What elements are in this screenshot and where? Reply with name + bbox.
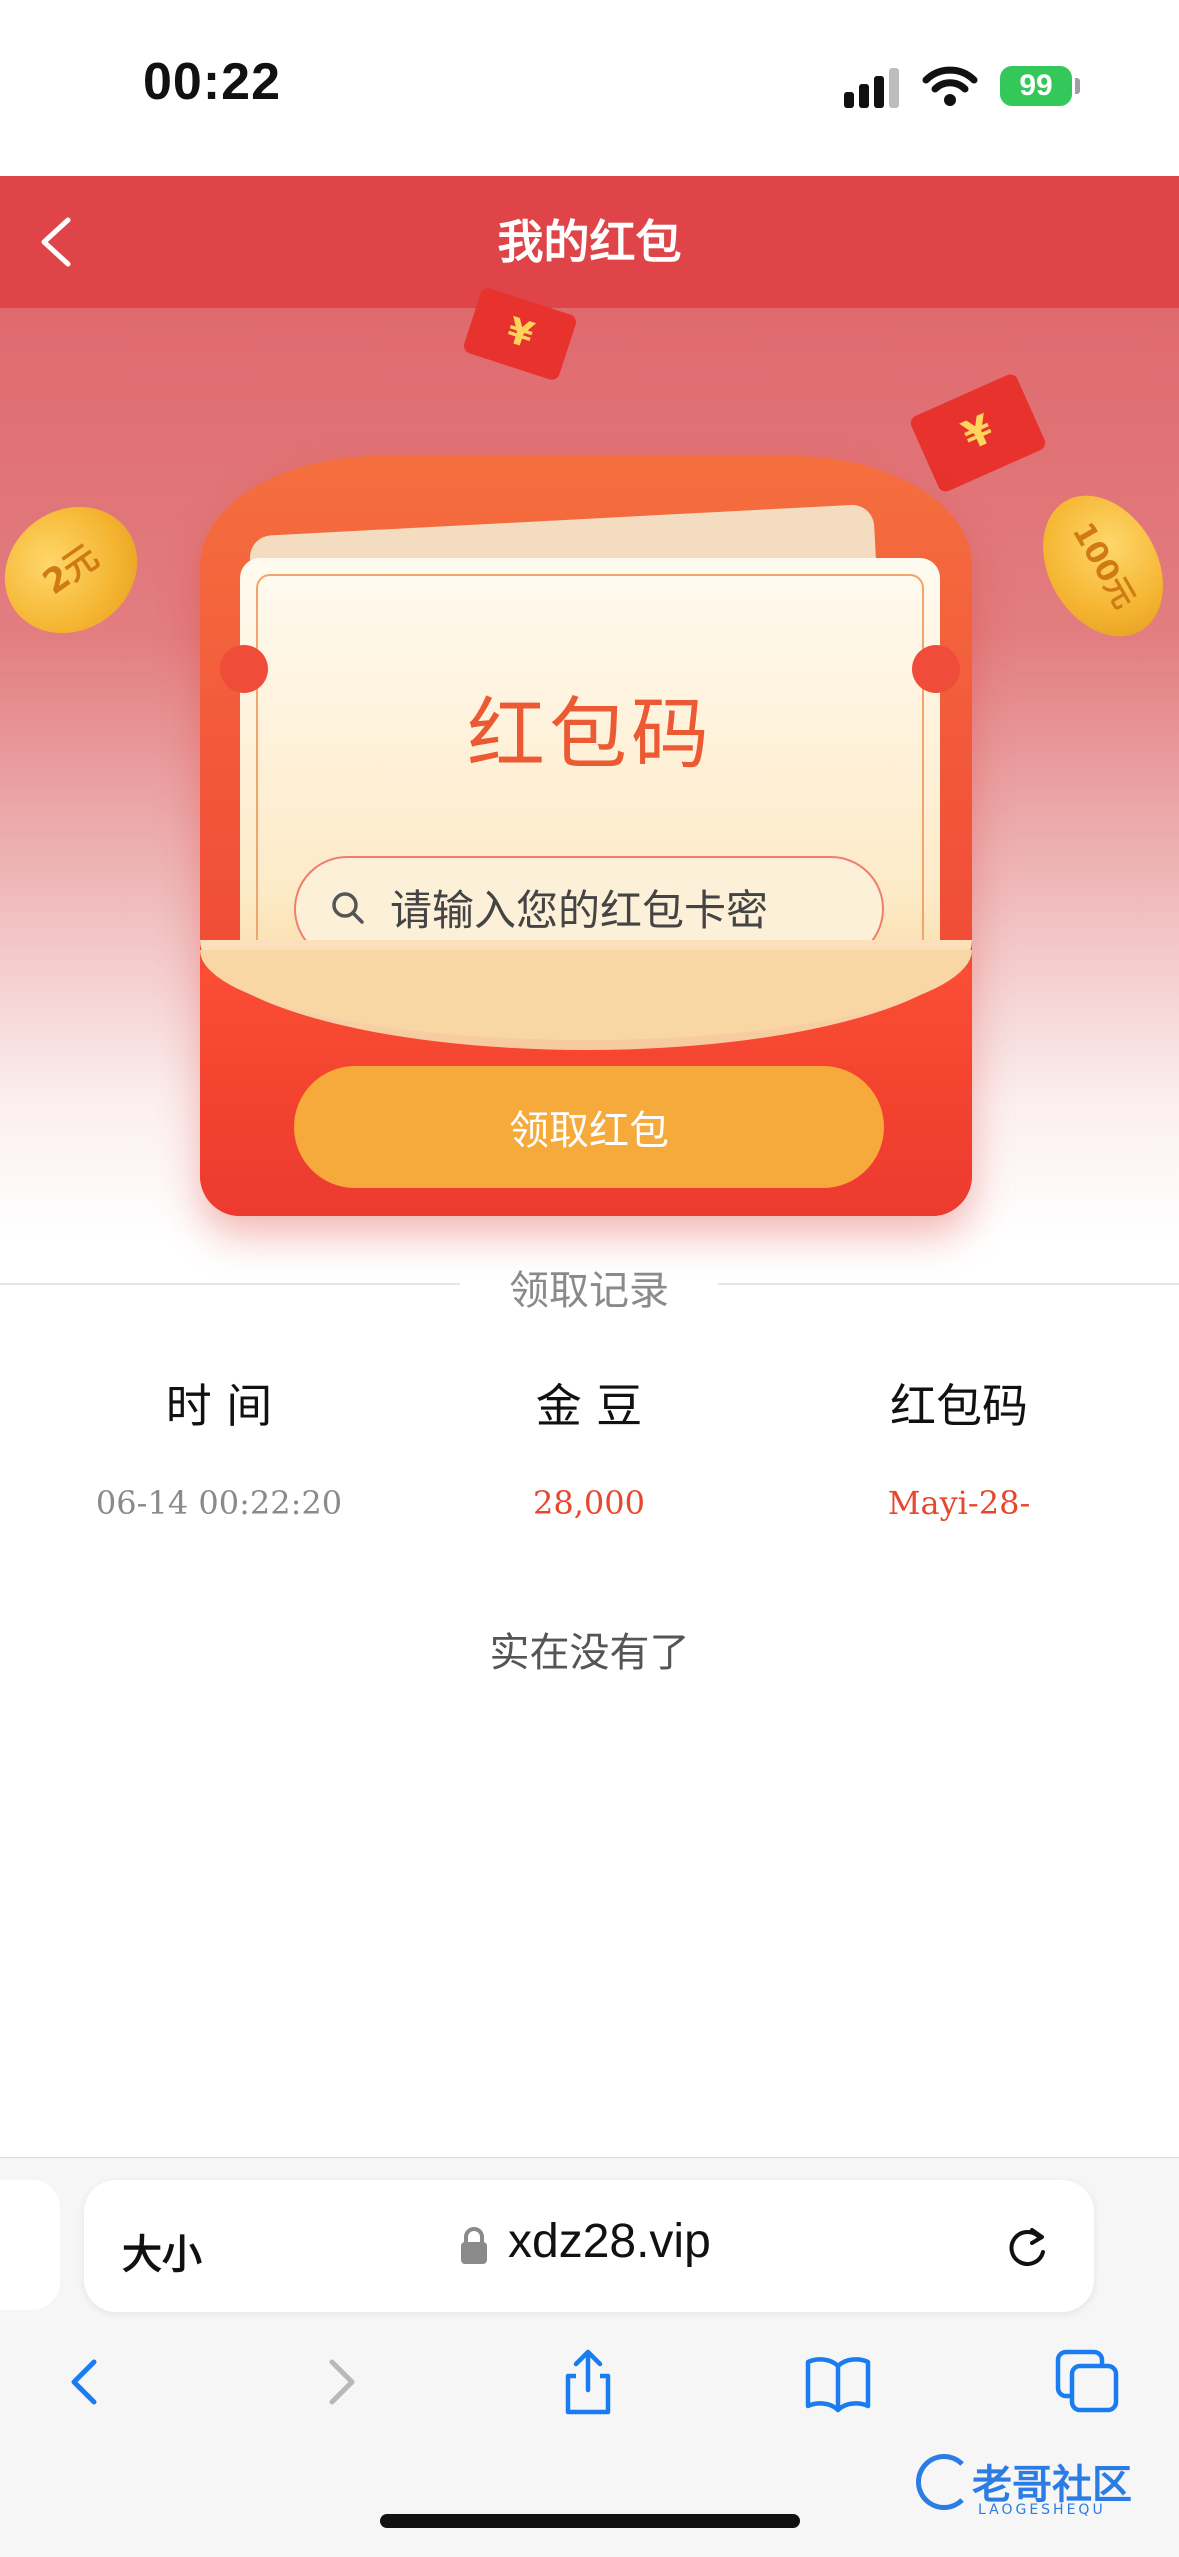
claim-red-packet-button[interactable]: 领取红包 [294, 1066, 884, 1188]
column-header-time: 时 间 [165, 1379, 273, 1433]
home-indicator [380, 2514, 800, 2528]
search-icon [332, 892, 364, 924]
lock-icon [461, 2227, 487, 2264]
url-text[interactable]: xdz28.vip [508, 2214, 711, 2269]
column-header-code: 红包码 [890, 1379, 1028, 1433]
text-size-button[interactable]: 大小 [122, 2222, 202, 2280]
back-button[interactable] [20, 200, 100, 284]
record-beans: 28,000 [533, 1484, 645, 1522]
forward-arrow-icon[interactable] [304, 2346, 376, 2418]
share-icon[interactable] [552, 2346, 624, 2418]
record-code: Mayi-28- [887, 1484, 1031, 1522]
card-title: 红包码 [466, 690, 713, 780]
previous-tab-preview[interactable] [0, 2180, 60, 2310]
coin-label: 100元 [1065, 516, 1142, 615]
coin-label: 2元 [35, 537, 107, 603]
watermark-subtext: LAOGESHEQU [978, 2502, 1106, 2518]
tabs-icon[interactable] [1052, 2346, 1124, 2418]
wifi-icon [922, 66, 978, 106]
column-header-beans: 金 豆 [535, 1379, 643, 1433]
divider [0, 1283, 460, 1285]
page-title: 我的红包 [497, 215, 682, 269]
battery-indicator: 99 [1000, 66, 1072, 106]
status-time: 00:22 [143, 53, 281, 111]
end-of-list-text: 实在没有了 [489, 1630, 690, 1676]
record-time: 06-14 00:22:20 [95, 1484, 343, 1522]
divider [718, 1283, 1179, 1285]
back-arrow-icon[interactable] [50, 2346, 122, 2418]
reload-icon[interactable] [1002, 2222, 1052, 2272]
dragon-logo-icon [916, 2454, 972, 2510]
chevron-left-icon [41, 217, 71, 267]
cellular-signal-icon [844, 68, 899, 108]
bookmarks-icon[interactable] [802, 2346, 874, 2418]
records-section-title: 领取记录 [509, 1268, 669, 1314]
battery-tip [1075, 78, 1080, 94]
watermark-logo: 老哥社区 LAOGESHEQU [912, 2446, 1168, 2526]
